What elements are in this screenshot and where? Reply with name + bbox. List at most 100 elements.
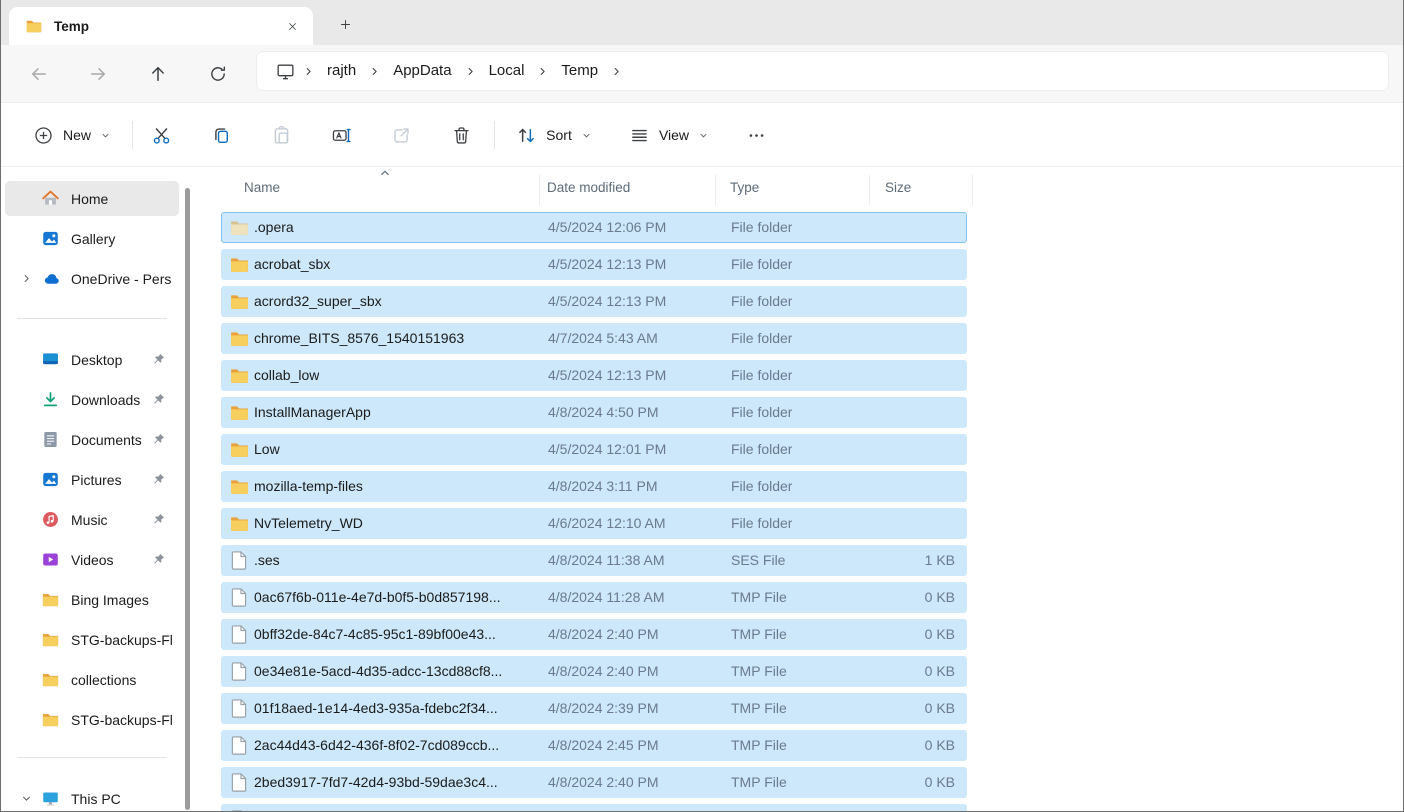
share-icon bbox=[391, 125, 412, 146]
column-divider[interactable] bbox=[869, 175, 870, 205]
sidebar-scrollbar[interactable] bbox=[185, 188, 190, 810]
table-row[interactable]: acrobat_sbx4/5/2024 12:13 PMFile folder bbox=[221, 249, 967, 280]
column-header-name[interactable]: Name bbox=[244, 180, 280, 195]
column-divider[interactable] bbox=[539, 175, 540, 205]
folder-icon bbox=[229, 217, 250, 238]
file-size: 0 KB bbox=[925, 731, 955, 760]
desktop-icon bbox=[41, 350, 60, 369]
cut-icon bbox=[151, 125, 172, 146]
column-divider[interactable] bbox=[972, 175, 973, 205]
sidebar-item-pictures[interactable]: Pictures bbox=[5, 462, 179, 497]
more-icon bbox=[746, 125, 767, 146]
file-type: TMP File bbox=[731, 583, 787, 612]
file-name: collab_low bbox=[254, 361, 319, 390]
sidebar-item-home[interactable]: Home bbox=[5, 181, 179, 216]
table-row[interactable]: 0bff32de-84c7-4c85-95c1-89bf00e43...4/8/… bbox=[221, 619, 967, 650]
file-name: 2bed3917-7fd7-42d4-93bd-59dae3c4... bbox=[254, 768, 498, 797]
sidebar-item-bing-images[interactable]: Bing Images bbox=[5, 582, 179, 617]
breadcrumb-segment[interactable]: Temp bbox=[549, 52, 610, 90]
new-button[interactable]: New bbox=[25, 117, 119, 153]
file-size: 1 KB bbox=[925, 546, 955, 575]
breadcrumb-segment[interactable]: AppData bbox=[381, 52, 463, 90]
table-row[interactable]: 01f18aed-1e14-4ed3-935a-fdebc2f34...4/8/… bbox=[221, 693, 967, 724]
file-icon bbox=[229, 661, 250, 682]
table-row[interactable]: 2ac44d43-6d42-436f-8f02-7cd089ccb...4/8/… bbox=[221, 730, 967, 761]
column-header-size[interactable]: Size bbox=[885, 180, 911, 195]
table-row[interactable]: collab_low4/5/2024 12:13 PMFile folder bbox=[221, 360, 967, 391]
column-header-date-modified[interactable]: Date modified bbox=[547, 180, 630, 195]
file-name: chrome_BITS_8576_1540151963 bbox=[254, 324, 464, 353]
table-row-partial[interactable] bbox=[221, 804, 967, 812]
sidebar-item-desktop[interactable]: Desktop bbox=[5, 342, 179, 377]
sidebar-item-collections[interactable]: collections bbox=[5, 662, 179, 697]
rename-button[interactable] bbox=[321, 117, 361, 153]
chevron-right-icon[interactable] bbox=[20, 272, 33, 285]
sidebar-item-stg-backups-fl[interactable]: STG-backups-Fl bbox=[5, 622, 179, 657]
videos-icon bbox=[41, 550, 60, 569]
tab-temp[interactable]: Temp bbox=[9, 7, 313, 45]
sort-button[interactable]: Sort bbox=[509, 117, 599, 153]
file-type: TMP File bbox=[731, 620, 787, 649]
pin-icon bbox=[151, 552, 166, 567]
arrow-left-icon bbox=[29, 64, 49, 84]
close-tab-button[interactable] bbox=[279, 13, 305, 39]
more-options-button[interactable] bbox=[734, 117, 778, 153]
file-date-modified: 4/7/2024 5:43 AM bbox=[548, 324, 658, 353]
file-date-modified: 4/8/2024 2:40 PM bbox=[548, 657, 659, 686]
sidebar-item-label: Downloads bbox=[71, 392, 140, 408]
sidebar-item-documents[interactable]: Documents bbox=[5, 422, 179, 457]
table-row[interactable]: acrord32_super_sbx4/5/2024 12:13 PMFile … bbox=[221, 286, 967, 317]
table-row[interactable]: Low4/5/2024 12:01 PMFile folder bbox=[221, 434, 967, 465]
chevron-right-icon bbox=[536, 65, 549, 78]
breadcrumb-segment[interactable]: Local bbox=[477, 52, 537, 90]
file-date-modified: 4/5/2024 12:13 PM bbox=[548, 287, 666, 316]
sidebar-item-onedrive-pers[interactable]: OneDrive - Pers bbox=[5, 261, 179, 296]
up-button[interactable] bbox=[139, 56, 177, 92]
table-row[interactable]: 0e34e81e-5acd-4d35-adcc-13cd88cf8... 4/8/… bbox=[221, 656, 967, 687]
cut-button[interactable] bbox=[141, 117, 181, 153]
sort-ascending-icon bbox=[378, 166, 392, 180]
folder-icon bbox=[229, 254, 250, 275]
table-row[interactable]: NvTelemetry_WD4/6/2024 12:10 AMFile fold… bbox=[221, 508, 967, 539]
table-row[interactable]: .ses4/8/2024 11:38 AMSES File1 KB bbox=[221, 545, 967, 576]
sidebar-item-downloads[interactable]: Downloads bbox=[5, 382, 179, 417]
file-icon bbox=[229, 772, 250, 793]
pictures-icon bbox=[41, 470, 60, 489]
table-row[interactable]: mozilla-temp-files4/8/2024 3:11 PMFile f… bbox=[221, 471, 967, 502]
sidebar-item-videos[interactable]: Videos bbox=[5, 542, 179, 577]
table-row[interactable]: InstallManagerApp4/8/2024 4:50 PMFile fo… bbox=[221, 397, 967, 428]
file-type: File folder bbox=[731, 250, 792, 279]
documents-icon bbox=[41, 430, 60, 449]
view-button[interactable]: View bbox=[623, 117, 715, 153]
sidebar-item-this-pc[interactable]: This PC bbox=[5, 781, 179, 812]
monitor-icon bbox=[275, 61, 296, 82]
sidebar-item-stg-backups-fl[interactable]: STG-backups-Fl bbox=[5, 702, 179, 737]
column-header-type[interactable]: Type bbox=[730, 180, 759, 195]
sidebar-item-gallery[interactable]: Gallery bbox=[5, 221, 179, 256]
table-row[interactable]: chrome_BITS_8576_1540151963 4/7/2024 5:43… bbox=[221, 323, 967, 354]
file-icon bbox=[229, 550, 250, 571]
new-tab-button[interactable] bbox=[331, 11, 359, 37]
sidebar-item-label: Desktop bbox=[71, 352, 122, 368]
rename-icon bbox=[331, 125, 352, 146]
refresh-button[interactable] bbox=[199, 56, 237, 92]
delete-button[interactable] bbox=[441, 117, 481, 153]
table-row[interactable]: .opera4/5/2024 12:06 PMFile folder bbox=[221, 212, 967, 243]
file-type: File folder bbox=[731, 509, 792, 538]
copy-button[interactable] bbox=[201, 117, 241, 153]
address-bar[interactable]: rajth AppData Local Temp bbox=[256, 51, 1389, 91]
folder-icon bbox=[229, 365, 250, 386]
file-name: 0e34e81e-5acd-4d35-adcc-13cd88cf8... bbox=[254, 657, 502, 686]
paste-button bbox=[261, 117, 301, 153]
table-row[interactable]: 0ac67f6b-011e-4e7d-b0f5-b0d857198...4/8/… bbox=[221, 582, 967, 613]
sidebar-item-label: Pictures bbox=[71, 472, 122, 488]
chevron-down-icon[interactable] bbox=[20, 792, 33, 805]
file-type: File folder bbox=[731, 287, 792, 316]
table-row[interactable]: 2bed3917-7fd7-42d4-93bd-59dae3c4...4/8/2… bbox=[221, 767, 967, 798]
refresh-icon bbox=[208, 64, 228, 84]
breadcrumb-segment[interactable]: rajth bbox=[315, 52, 368, 90]
sidebar-item-music[interactable]: Music bbox=[5, 502, 179, 537]
file-date-modified: 4/8/2024 4:50 PM bbox=[548, 398, 659, 427]
file-icon bbox=[229, 735, 250, 756]
column-divider[interactable] bbox=[715, 175, 716, 205]
